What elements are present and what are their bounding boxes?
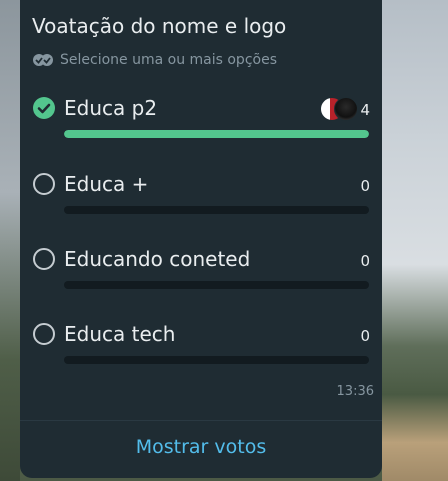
show-votes-button[interactable]: Mostrar votos (20, 436, 382, 458)
option-vote-count: 0 (360, 177, 370, 195)
poll-card: Voatação do nome e logo Selecione uma ou… (20, 0, 382, 478)
poll-option-educa-tech[interactable]: Educa tech 0 (20, 322, 382, 382)
background-right (382, 0, 448, 481)
option-progress-bar (64, 206, 369, 214)
option-vote-count: 4 (360, 101, 370, 119)
message-timestamp: 13:36 (336, 384, 374, 399)
option-progress-bar (64, 130, 369, 138)
option-progress-bar (64, 356, 369, 364)
option-vote-count: 0 (360, 327, 370, 345)
avatar (334, 97, 358, 121)
option-label: Educa tech (64, 322, 176, 346)
poll-subtitle: Selecione uma ou mais opções (32, 52, 277, 68)
check-circle-icon[interactable] (33, 97, 55, 119)
option-progress-bar (64, 281, 369, 289)
voter-avatars[interactable] (320, 97, 358, 121)
radio-empty-icon[interactable] (33, 248, 55, 270)
option-label: Educando coneted (64, 247, 251, 271)
poll-title: Voatação do nome e logo (32, 14, 287, 38)
option-label: Educa p2 (64, 96, 158, 120)
poll-subtitle-text: Selecione uma ou mais opções (60, 52, 277, 68)
option-vote-count: 0 (360, 252, 370, 270)
poll-option-educa-plus[interactable]: Educa + 0 (20, 172, 382, 232)
radio-empty-icon[interactable] (33, 323, 55, 345)
divider (20, 420, 382, 421)
poll-option-educa-p2[interactable]: Educa p2 4 (20, 96, 382, 156)
radio-empty-icon[interactable] (33, 173, 55, 195)
double-check-icon (32, 53, 54, 67)
option-progress-fill (64, 130, 369, 138)
background-left (0, 0, 20, 481)
poll-option-educando-coneted[interactable]: Educando coneted 0 (20, 247, 382, 307)
option-label: Educa + (64, 172, 149, 196)
